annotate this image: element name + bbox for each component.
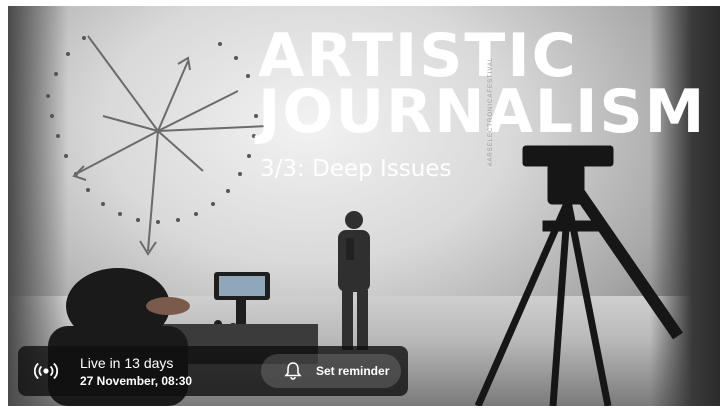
live-datetime: 27 November, 08:30 — [80, 374, 193, 388]
live-status: Live in 13 days — [80, 355, 174, 371]
arrows-graphic — [72, 35, 269, 256]
vertical-hashtag: #ARSELECTRONICAFESTIVAL — [488, 56, 494, 166]
set-reminder-button[interactable]: Set reminder — [261, 354, 401, 388]
title-line-1: ARTISTIC — [258, 21, 578, 91]
live-broadcast-icon — [34, 362, 58, 380]
set-reminder-label: Set reminder — [316, 364, 390, 378]
bell-icon — [284, 362, 302, 380]
video-card[interactable]: ARTISTIC JOURNALISM 3/3: Deep Issues #AR… — [0, 0, 720, 408]
live-banner: Live in 13 days 27 November, 08:30 Set r… — [18, 346, 408, 396]
thumbnail-title: ARTISTIC JOURNALISM — [258, 21, 707, 147]
thumbnail-subtitle: 3/3: Deep Issues — [260, 156, 452, 182]
camera-tripod — [474, 145, 683, 406]
title-line-2: JOURNALISM — [258, 77, 707, 147]
presenter-figure — [338, 211, 370, 350]
